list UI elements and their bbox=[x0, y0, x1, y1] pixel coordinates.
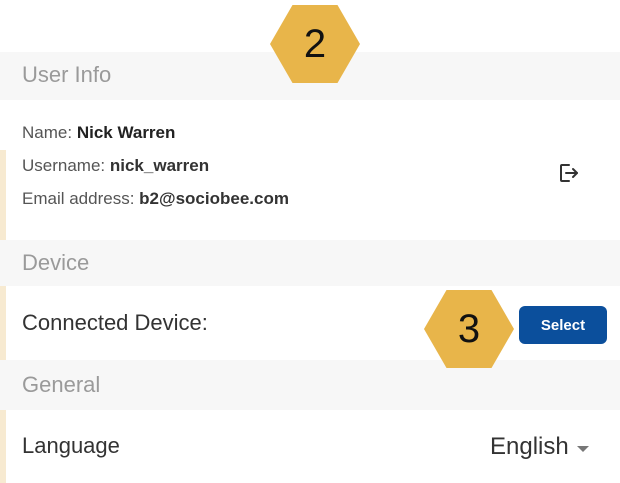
name-label: Name: bbox=[22, 123, 73, 142]
user-info-block: Name: Nick Warren Username: nick_warren … bbox=[22, 118, 289, 217]
language-label: Language bbox=[22, 433, 120, 458]
select-device-button[interactable]: Select bbox=[519, 306, 607, 344]
email-label: Email address: bbox=[22, 189, 135, 208]
username-label: Username: bbox=[22, 156, 106, 175]
username-value: nick_warren bbox=[109, 156, 210, 175]
username-line: Username: nick_warren bbox=[22, 151, 289, 184]
section-header-general: General bbox=[0, 360, 620, 410]
email-value: b2@sociobee.com bbox=[139, 189, 289, 208]
section-header-device: Device bbox=[0, 240, 620, 286]
logout-button[interactable] bbox=[553, 158, 583, 188]
step-marker-3: 3 bbox=[424, 290, 514, 368]
name-value: Nick Warren bbox=[76, 123, 176, 142]
user-name-line: Name: Nick Warren bbox=[22, 118, 289, 151]
chevron-down-icon bbox=[576, 446, 589, 452]
email-line: Email address: b2@sociobee.com bbox=[22, 184, 289, 217]
language-select[interactable]: English bbox=[490, 433, 589, 461]
logout-icon bbox=[560, 164, 578, 182]
connected-device-label: Connected Device: bbox=[22, 310, 208, 335]
language-value: English bbox=[490, 433, 569, 460]
left-accent-strip bbox=[0, 150, 6, 483]
